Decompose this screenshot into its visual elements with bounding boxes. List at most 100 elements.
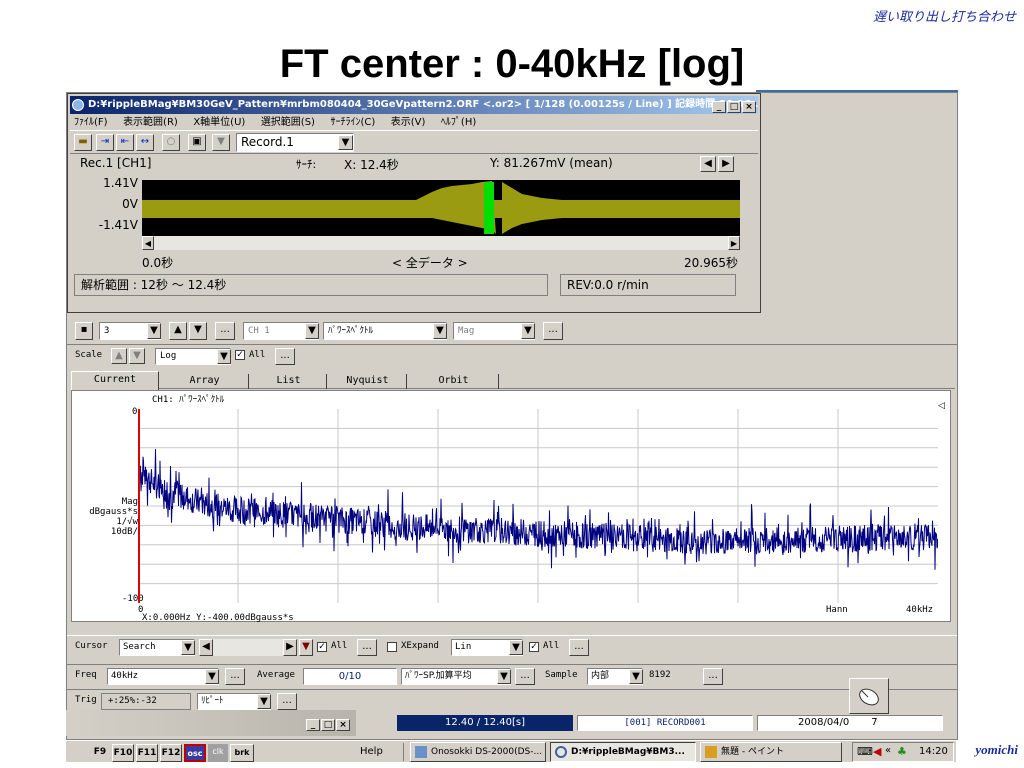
tab-array[interactable]: Array: [161, 374, 249, 389]
chevron-down-icon[interactable]: ▼: [257, 694, 271, 709]
menu-select[interactable]: 選択範囲(S): [261, 117, 315, 128]
xexpand-checkbox[interactable]: [387, 642, 397, 652]
waveform: [142, 180, 740, 236]
jump-right-icon[interactable]: ⇥: [96, 134, 114, 151]
num-dots-button[interactable]: ...: [215, 322, 235, 340]
fkey-f11[interactable]: F11: [136, 744, 158, 762]
chevron-down-icon[interactable]: ▼: [629, 669, 643, 684]
expand-tray-icon[interactable]: «: [885, 745, 891, 756]
help-button[interactable]: Help: [356, 743, 404, 761]
clk-tile[interactable]: clk: [208, 744, 228, 762]
sample-count: 8192: [649, 670, 671, 680]
up-icon[interactable]: ▲: [169, 322, 187, 340]
view-icon[interactable]: ▣: [188, 134, 206, 151]
menu-xunit[interactable]: X軸単位(U): [193, 117, 245, 128]
chevron-down-icon[interactable]: ▼: [217, 349, 231, 364]
freq-select[interactable]: 40kHz: [107, 668, 219, 685]
osc-tile[interactable]: osc: [184, 744, 206, 762]
cursor-dots-button[interactable]: ...: [357, 639, 377, 656]
keyboard-icon[interactable]: ⌨: [857, 745, 873, 758]
chevron-down-icon[interactable]: ▼: [509, 640, 523, 655]
cursor-scrollbar[interactable]: [213, 639, 283, 656]
footer-author: yomichi: [975, 742, 1018, 757]
xexpand-all-checkbox[interactable]: ✓: [529, 642, 539, 652]
save-icon[interactable]: ▪: [75, 322, 93, 340]
chevron-down-icon[interactable]: ▼: [305, 323, 319, 339]
task-paint[interactable]: 無題 - ペイント: [700, 742, 842, 762]
zoom-icon[interactable]: ○: [162, 134, 180, 151]
channel-label: Rec.1 [CH1]: [80, 156, 152, 170]
freq-row: Freq 40kHz ▼ ... Average 0/10 ﾊﾟﾜｰSP.加算平…: [67, 664, 957, 686]
chevron-down-icon[interactable]: ▼: [497, 669, 511, 684]
chevron-down-icon[interactable]: ▼: [147, 323, 161, 339]
maximize-icon[interactable]: □: [321, 719, 335, 731]
record-select[interactable]: Record.1: [236, 133, 354, 152]
down-icon[interactable]: ▼: [189, 322, 207, 340]
all-checkbox[interactable]: ✓: [235, 350, 245, 360]
scroll-left-icon[interactable]: ◀: [199, 639, 213, 656]
task-active-file-label: D:¥rippleBMag¥BM3...: [571, 747, 685, 757]
jump-left-icon[interactable]: ⇤: [116, 134, 134, 151]
brk-tile[interactable]: brk: [230, 744, 254, 762]
close-icon[interactable]: ×: [742, 101, 756, 113]
scale-row: Scale ▲ ▼ Log ▼ ✓ All ...: [67, 346, 957, 368]
menu-view[interactable]: 表示(V): [391, 117, 426, 128]
expand-range-icon[interactable]: ↔: [136, 134, 154, 151]
tab-current[interactable]: Current: [71, 371, 159, 390]
sample-dots-button[interactable]: ...: [703, 668, 723, 685]
menu-file[interactable]: ﾌｧｲﾙ(F): [74, 117, 108, 128]
tab-list[interactable]: List: [251, 374, 327, 389]
status-date-text: 2008/04/0: [798, 717, 850, 728]
average-dots-button[interactable]: ...: [515, 668, 535, 685]
scroll-left-icon[interactable]: ◀: [142, 236, 154, 250]
minimize-icon[interactable]: _: [306, 719, 320, 731]
tab-orbit[interactable]: Orbit: [409, 374, 499, 389]
fkey-f9[interactable]: F9: [88, 744, 112, 762]
tab-nyquist[interactable]: Nyquist: [329, 374, 407, 389]
next-icon[interactable]: ▶: [718, 156, 734, 172]
chevron-down-icon[interactable]: ▼: [338, 135, 353, 150]
mag-dots-button[interactable]: ...: [543, 322, 563, 340]
fkey-f12[interactable]: F12: [160, 744, 182, 762]
close-icon[interactable]: ×: [336, 719, 350, 731]
cursor-down-icon[interactable]: ▼: [299, 639, 313, 656]
down-arrow-icon[interactable]: ▼: [212, 134, 230, 151]
chevron-down-icon[interactable]: ▼: [181, 640, 195, 655]
xexpand-dots-button[interactable]: ...: [569, 639, 589, 656]
maximize-icon[interactable]: □: [727, 101, 741, 113]
chevron-down-icon[interactable]: ▼: [433, 323, 447, 339]
xexpand-label: XExpand: [401, 641, 439, 651]
status-record: [001] RECORD001: [577, 715, 753, 731]
average-field[interactable]: 0/10: [303, 668, 397, 685]
recorder-window: D:¥rippleBMag¥BM30GeV_Pattern¥mrbm080404…: [67, 93, 761, 313]
network-icon[interactable]: ♣: [897, 745, 907, 758]
tab-bar: Current Array List Nyquist Orbit: [71, 371, 955, 390]
scale-dots-button[interactable]: ...: [275, 348, 295, 365]
menu-range[interactable]: 表示範囲(R): [123, 117, 178, 128]
chevron-down-icon[interactable]: ▼: [521, 323, 535, 339]
waveform-scrollbar[interactable]: ◀ ▶: [142, 236, 740, 250]
y-label-mag: Mag: [121, 497, 138, 507]
task-active-file[interactable]: D:¥rippleBMag¥BM3...: [550, 742, 696, 762]
speaker-icon[interactable]: ◀: [873, 745, 881, 758]
menu-searchline[interactable]: ｻｰﾁﾗｲﾝ(C): [330, 117, 375, 128]
trig-dots-button[interactable]: ...: [277, 693, 297, 710]
scroll-right-icon[interactable]: ▶: [283, 639, 297, 656]
prev-icon[interactable]: ◀: [700, 156, 716, 172]
scroll-right-icon[interactable]: ▶: [728, 236, 740, 250]
cursor-all-checkbox[interactable]: ✓: [317, 642, 327, 652]
fkey-f10[interactable]: F10: [112, 744, 134, 762]
average-mode-select[interactable]: ﾊﾟﾜｰSP.加算平均: [401, 668, 511, 685]
freq-dots-button[interactable]: ...: [225, 668, 245, 685]
scale-up-icon[interactable]: ▲: [111, 348, 127, 364]
chevron-down-icon[interactable]: ▼: [205, 669, 219, 684]
menu-help[interactable]: ﾍﾙﾌﾟ(H): [441, 117, 476, 128]
task-onosokki[interactable]: Onosokki DS-2000(DS-...: [410, 742, 546, 762]
mouse-button[interactable]: [849, 678, 889, 714]
selection-marker[interactable]: [484, 182, 494, 234]
scale-down-icon[interactable]: ▼: [129, 348, 145, 364]
minimize-icon[interactable]: _: [712, 101, 726, 113]
function-select[interactable]: ﾊﾟﾜｰｽﾍﾟｸﾄﾙ: [323, 322, 447, 340]
open-folder-icon[interactable]: ▬: [74, 134, 92, 151]
analyzer-toolbar: ▪ 3 ▼ ▲ ▼ ... CH 1 ▼ ﾊﾟﾜｰｽﾍﾟｸﾄﾙ ▼ Mag ▼ …: [67, 317, 957, 345]
